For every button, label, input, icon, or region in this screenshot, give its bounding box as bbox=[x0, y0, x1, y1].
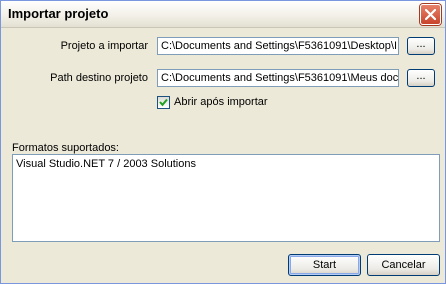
cancel-button[interactable]: Cancelar bbox=[367, 254, 440, 276]
open-after-import-label: Abrir após importar bbox=[174, 96, 268, 108]
start-button[interactable]: Start bbox=[288, 254, 361, 276]
dialog-title: Importar projeto bbox=[8, 6, 109, 21]
list-item[interactable]: Visual Studio.NET 7 / 2003 Solutions bbox=[16, 158, 196, 170]
supported-formats-list[interactable]: Visual Studio.NET 7 / 2003 Solutions bbox=[12, 154, 440, 242]
project-import-input[interactable]: C:\Documents and Settings\F5361091\Deskt… bbox=[157, 37, 399, 55]
checkmark-icon bbox=[159, 98, 168, 107]
project-import-label: Projeto a importar bbox=[60, 40, 148, 52]
close-button[interactable] bbox=[420, 4, 441, 25]
import-project-dialog: Importar projeto Projeto a importar C:\D… bbox=[0, 0, 446, 284]
destination-path-label: Path destino projeto bbox=[50, 72, 148, 84]
close-icon bbox=[425, 9, 436, 20]
destination-path-input[interactable]: C:\Documents and Settings\F5361091\Meus … bbox=[157, 69, 399, 87]
supported-formats-label: Formatos suportados: bbox=[12, 142, 119, 154]
browse-project-button[interactable]: ... bbox=[407, 37, 435, 55]
title-bar: Importar projeto bbox=[1, 1, 445, 28]
browse-destination-button[interactable]: ... bbox=[407, 69, 435, 87]
open-after-import-checkbox[interactable] bbox=[157, 96, 170, 109]
